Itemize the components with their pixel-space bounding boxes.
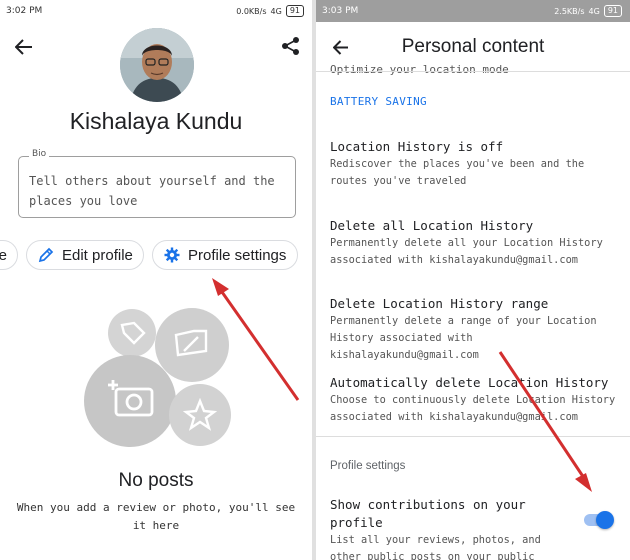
personal-content-screen: 3:03 PM 2.5KB/s 4G 91 Personal content O… (316, 0, 630, 560)
network-speed: 0.0KB/s (236, 6, 267, 16)
avatar-photo (120, 28, 194, 102)
back-arrow-icon (15, 39, 32, 55)
bio-field[interactable]: Bio Tell others about yourself and the p… (18, 149, 296, 218)
item-description: Permanently delete a range of your Locat… (330, 315, 597, 361)
empty-state-illustration (84, 308, 231, 447)
partial-chip[interactable]: e (0, 240, 18, 270)
network-speed: 2.5KB/s (554, 6, 585, 16)
add-photo-bubble (84, 355, 176, 447)
battery-indicator: 91 (285, 5, 304, 17)
bio-placeholder: Tell others about yourself and the place… (29, 174, 275, 208)
toggle-thumb[interactable] (596, 511, 614, 529)
location-history-item[interactable]: Location History is off Rediscover the p… (330, 138, 616, 190)
network-type: 4G (270, 6, 282, 16)
profile-settings-button[interactable]: Profile settings (152, 240, 298, 270)
item-title: Delete Location History range (330, 296, 549, 311)
tag-bubble (108, 309, 156, 357)
edit-profile-button[interactable]: Edit profile (26, 240, 144, 270)
star-icon (182, 397, 218, 431)
status-time: 3:03 PM (322, 6, 359, 16)
page-title: Personal content (401, 36, 545, 57)
item-title: Location History is off (330, 139, 504, 154)
edit-photo-icon (174, 329, 208, 357)
item-description: Permanently delete all your Location His… (330, 237, 603, 266)
item-title: Show contributions on your profile (330, 497, 526, 530)
empty-state-description: When you add a review or photo, you'll s… (16, 501, 296, 532)
status-bar: 3:03 PM 2.5KB/s 4G 91 (316, 0, 630, 22)
auto-delete-history-item[interactable]: Automatically delete Location History Ch… (330, 374, 616, 426)
share-button[interactable] (279, 34, 303, 58)
item-title: Automatically delete Location History (330, 375, 609, 390)
profile-screen: 3:02 PM 0.0KB/s 4G 91 Kishalaya Kundu Bi… (0, 0, 312, 560)
share-icon (282, 37, 299, 55)
status-time: 3:02 PM (6, 6, 43, 16)
annotation-arrow-right (498, 351, 592, 492)
star-bubble (169, 384, 231, 446)
edit-photo-bubble (155, 308, 229, 382)
item-description: Choose to continuously delete Location H… (330, 394, 616, 423)
gear-icon (164, 247, 180, 263)
bio-label: Bio (29, 149, 50, 159)
profile-name: Kishalaya Kundu (69, 108, 243, 134)
delete-history-range-item[interactable]: Delete Location History range Permanentl… (330, 295, 616, 364)
profile-settings-label: Profile settings (188, 246, 287, 264)
item-description: Rediscover the places you've been and th… (330, 158, 585, 187)
pencil-icon (38, 247, 54, 263)
back-button[interactable] (12, 36, 36, 58)
tag-icon (120, 321, 146, 345)
header-divider (316, 71, 630, 72)
show-contributions-item[interactable]: Show contributions on your profile List … (330, 496, 570, 560)
add-photo-icon (108, 380, 154, 417)
status-bar: 3:02 PM 0.0KB/s 4G 91 (0, 0, 312, 22)
item-description: List all your reviews, photos, and other… (330, 534, 541, 560)
section-divider (316, 436, 630, 437)
avatar[interactable] (120, 28, 194, 102)
empty-state-title: No posts (118, 470, 194, 491)
delete-all-history-item[interactable]: Delete all Location History Permanently … (330, 217, 616, 269)
battery-indicator: 91 (603, 5, 622, 17)
partial-chip-label: e (0, 246, 7, 264)
location-mode-link[interactable]: Optimize your location mode (330, 63, 509, 76)
battery-saving-link[interactable]: BATTERY SAVING (330, 95, 427, 108)
item-title: Delete all Location History (330, 218, 534, 233)
edit-profile-label: Edit profile (62, 246, 133, 264)
section-header: Profile settings (330, 460, 406, 472)
network-type: 4G (588, 6, 600, 16)
